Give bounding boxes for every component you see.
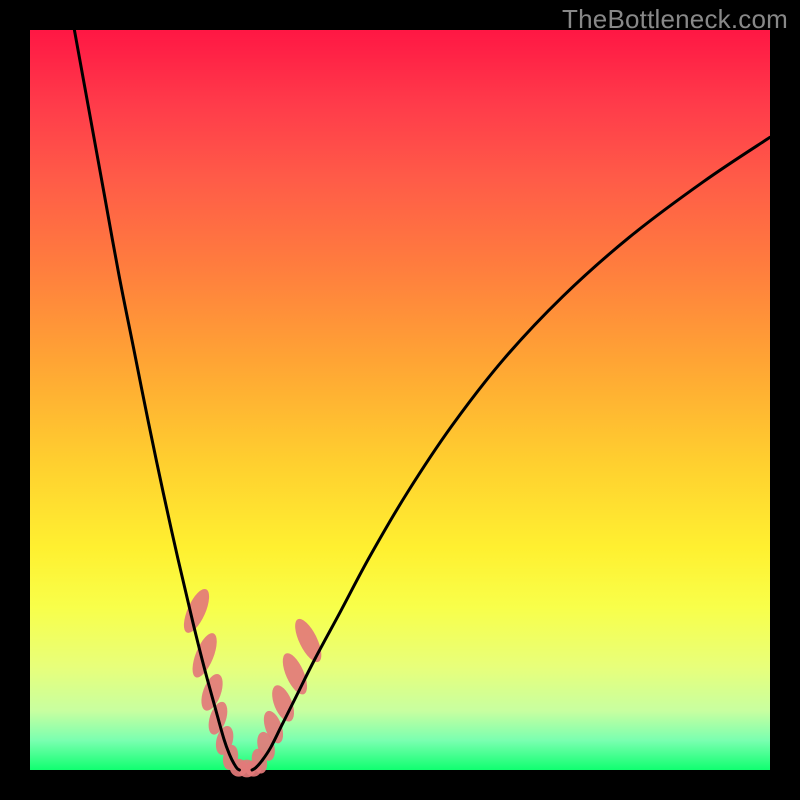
right-curve	[252, 137, 770, 770]
left-curve	[74, 30, 239, 770]
chart-frame: TheBottleneck.com	[0, 0, 800, 800]
bump-marker	[179, 586, 214, 636]
chart-svg	[30, 30, 770, 770]
plot-area	[30, 30, 770, 770]
